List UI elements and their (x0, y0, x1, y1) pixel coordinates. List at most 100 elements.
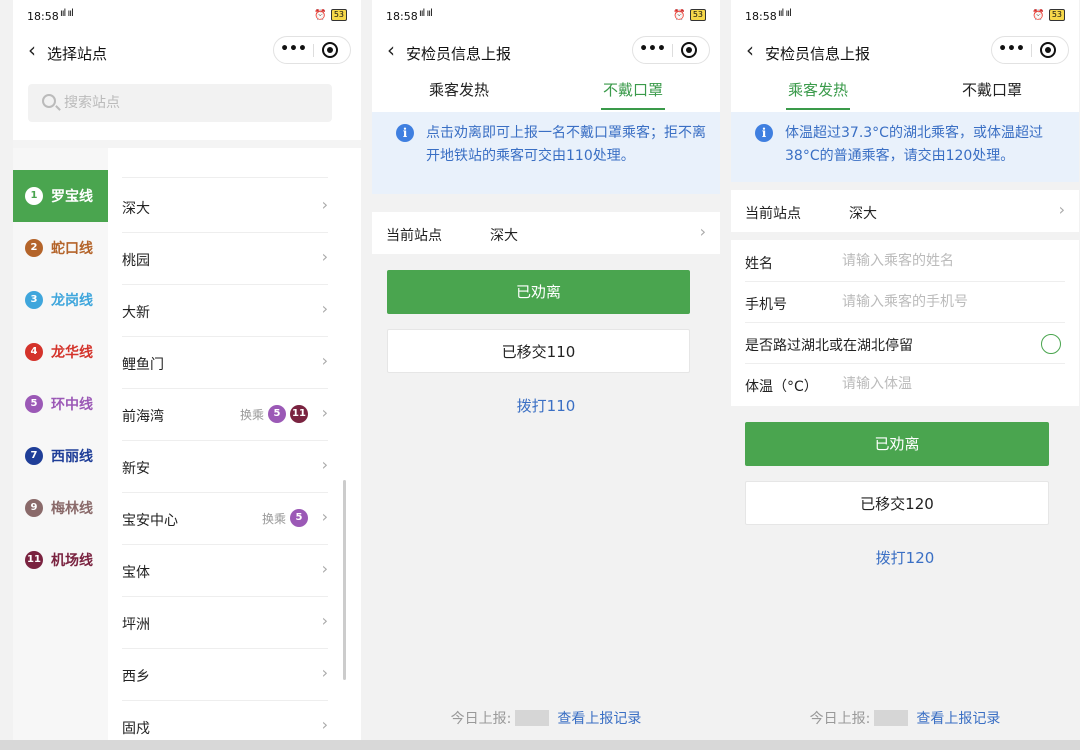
line-name: 罗宝线 (51, 189, 93, 205)
station-name: 前海湾 (122, 409, 164, 425)
today-report-label: 今日上报: (809, 711, 871, 727)
station-row-xixiang[interactable]: 西乡 › (122, 649, 328, 701)
scrollbar[interactable] (343, 480, 346, 680)
call-120-link[interactable]: 拨打120 (731, 547, 1079, 568)
station-row-shenda[interactable]: 深大 › (122, 181, 328, 233)
line-item-3[interactable]: 3 龙岗线 (13, 274, 108, 326)
dissuaded-button[interactable]: 已劝离 (387, 270, 690, 314)
call-110-link[interactable]: 拨打110 (372, 395, 720, 416)
name-row: 姓名 (745, 241, 1065, 282)
tab-bar: 乘客发热 不戴口罩 (372, 72, 720, 112)
line-name: 西丽线 (51, 449, 93, 465)
station-row-taoyuan[interactable]: 桃园 › (122, 233, 328, 285)
tab-fever[interactable]: 乘客发热 (731, 72, 905, 112)
station-row-gushu[interactable]: 固戍 › (122, 701, 328, 740)
nav-bar: ‹ 安检员信息上报 ••• (372, 32, 720, 72)
redacted-count (874, 710, 909, 726)
line-item-9[interactable]: 9 梅林线 (13, 482, 108, 534)
station-row (122, 126, 328, 178)
transfer-120-button[interactable]: 已移交120 (745, 481, 1049, 525)
temperature-input[interactable] (842, 370, 1062, 398)
line-badge: 3 (25, 291, 43, 309)
line-name: 龙岗线 (51, 293, 93, 309)
capsule-divider (1031, 44, 1032, 57)
station-name: 桃园 (122, 253, 150, 269)
battery-icon: 53 (1048, 9, 1065, 21)
line-item-5[interactable]: 5 环中线 (13, 378, 108, 430)
notice-banner: i 点击劝离即可上报一名不戴口罩乘客；拒不离开地铁站的乘客可交由110处理。 (372, 112, 720, 194)
info-icon: i (755, 124, 773, 142)
alarm-icon: ⏰ (1032, 9, 1045, 21)
line-name: 龙华线 (51, 345, 93, 361)
back-icon[interactable]: ‹ (739, 38, 761, 64)
close-mini-program-icon[interactable] (1040, 42, 1056, 58)
current-station-row[interactable]: 当前站点 深大 › (731, 190, 1079, 232)
station-row-liyumen[interactable]: 鲤鱼门 › (122, 337, 328, 389)
station-row-baoti[interactable]: 宝体 › (122, 545, 328, 597)
line-badge: 2 (25, 239, 43, 257)
line-item-4[interactable]: 4 龙华线 (13, 326, 108, 378)
chevron-right-icon: › (321, 455, 328, 474)
station-name: 宝安中心 (122, 513, 178, 529)
status-right: ⏰ 53 (673, 9, 706, 21)
tab-bar: 乘客发热 不戴口罩 (731, 72, 1079, 112)
station-name: 固戍 (122, 721, 150, 737)
line-list: 1 罗宝线 2 蛇口线 3 龙岗线 4 龙华线 5 环中线 7 西丽线 9 梅林… (13, 148, 108, 740)
name-input[interactable] (842, 247, 1062, 275)
line-item-7[interactable]: 7 西丽线 (13, 430, 108, 482)
line-item-2[interactable]: 2 蛇口线 (13, 222, 108, 274)
transfer-110-button[interactable]: 已移交110 (387, 329, 690, 373)
chevron-right-icon: › (321, 247, 328, 266)
name-label: 姓名 (745, 256, 773, 272)
station-name: 大新 (122, 305, 150, 321)
tab-fever[interactable]: 乘客发热 (372, 72, 546, 112)
dissuaded-button[interactable]: 已劝离 (745, 422, 1049, 466)
line-item-11[interactable]: 11 机场线 (13, 534, 108, 586)
status-time: 18:58 (27, 10, 59, 23)
hubei-radio[interactable] (1041, 334, 1061, 354)
info-icon: i (396, 124, 414, 142)
current-station-row[interactable]: 当前站点 深大 › (372, 212, 720, 254)
report-footer: 今日上报: 查看上报记录 (372, 708, 720, 732)
close-mini-program-icon[interactable] (681, 42, 697, 58)
signal-icon: ııl ııl (778, 8, 792, 19)
transfer-line-badge: 5 (268, 405, 286, 423)
line-badge: 4 (25, 343, 43, 361)
alarm-icon: ⏰ (673, 9, 686, 21)
station-name: 深大 (122, 201, 150, 217)
station-row-xinan[interactable]: 新安 › (122, 441, 328, 493)
view-records-link[interactable]: 查看上报记录 (557, 711, 641, 727)
line-item-1[interactable]: 1 罗宝线 (13, 170, 108, 222)
more-icon[interactable]: ••• (274, 37, 313, 63)
line-badge: 1 (25, 187, 43, 205)
nav-bar: ‹ 选择站点 ••• (13, 32, 361, 72)
station-row-baoanzhongxin[interactable]: 宝安中心 换乘 5 › (122, 493, 328, 545)
search-input[interactable] (64, 84, 324, 122)
line-name: 环中线 (51, 397, 93, 413)
view-records-link[interactable]: 查看上报记录 (916, 711, 1000, 727)
chevron-right-icon: › (321, 403, 328, 422)
current-station-label: 当前站点 (386, 228, 442, 244)
station-row-pingzhou[interactable]: 坪洲 › (122, 597, 328, 649)
signal-icon: ııl ııl (60, 8, 74, 19)
tab-no-mask[interactable]: 不戴口罩 (546, 72, 720, 112)
transfer-info: 换乘 5 11 (240, 405, 308, 423)
tab-no-mask[interactable]: 不戴口罩 (905, 72, 1079, 112)
mini-program-capsule: ••• (273, 36, 351, 64)
status-time: 18:58 (745, 10, 777, 23)
more-icon[interactable]: ••• (633, 37, 672, 63)
phone-input[interactable] (842, 288, 1062, 316)
phone-label: 手机号 (745, 297, 787, 313)
station-row-qianhaiwan[interactable]: 前海湾 换乘 5 11 › (122, 389, 328, 441)
station-row-daxin[interactable]: 大新 › (122, 285, 328, 337)
back-icon[interactable]: ‹ (21, 38, 43, 64)
more-icon[interactable]: ••• (992, 37, 1031, 63)
redacted-count (515, 710, 550, 726)
phone-row: 手机号 (745, 282, 1065, 323)
line-name: 蛇口线 (51, 241, 93, 257)
close-mini-program-icon[interactable] (322, 42, 338, 58)
report-footer: 今日上报: 查看上报记录 (731, 708, 1079, 732)
mini-program-capsule: ••• (991, 36, 1069, 64)
transfer-label: 换乘 (239, 407, 264, 422)
back-icon[interactable]: ‹ (380, 38, 402, 64)
